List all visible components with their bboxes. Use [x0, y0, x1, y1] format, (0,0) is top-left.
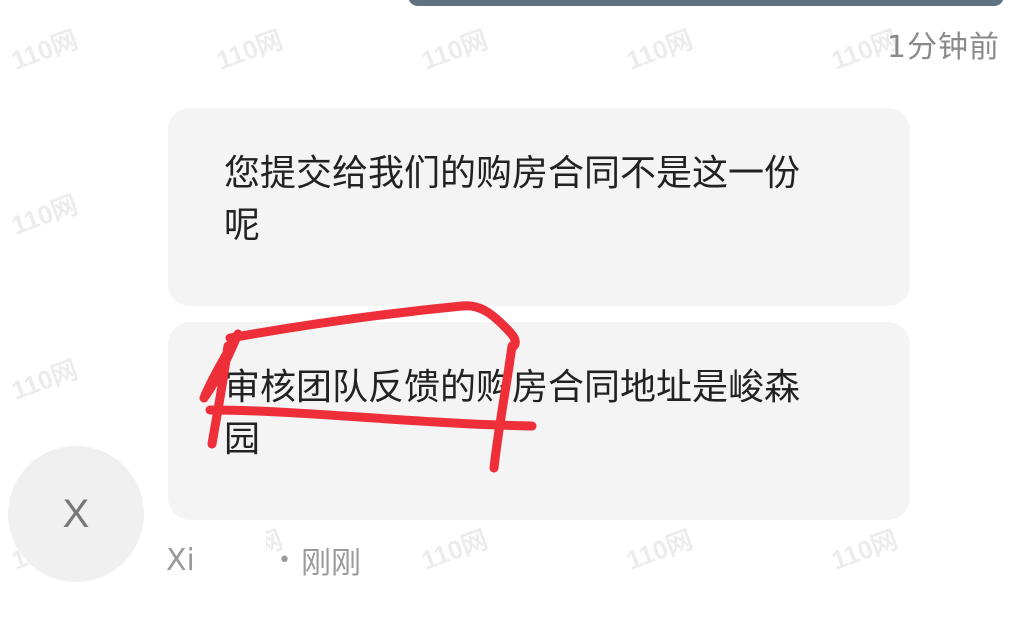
watermark-text: 110网: [7, 189, 82, 241]
avatar[interactable]: X: [8, 446, 144, 582]
message-text: 审核团队反馈的购房合同地址是峻森园: [224, 367, 801, 460]
watermark: 110网: [6, 19, 83, 77]
watermark-text: 110网: [827, 524, 902, 576]
sender-info: Xi • 刚刚: [166, 528, 361, 592]
watermark: 110网: [621, 519, 698, 577]
watermark: 110网: [6, 349, 83, 407]
previous-message-bubble[interactable]: [408, 0, 1004, 6]
message-bubble[interactable]: 您提交给我们的购房合同不是这一份呢: [168, 108, 910, 306]
watermark: 110网: [6, 184, 83, 242]
watermark-text: 110网: [7, 24, 82, 76]
watermark: 110网: [826, 519, 903, 577]
avatar-letter: X: [62, 491, 90, 536]
separator-dot: •: [278, 547, 291, 573]
message-text: 您提交给我们的购房合同不是这一份呢: [224, 153, 801, 246]
watermark-text: 110网: [417, 524, 492, 576]
watermark-text: 110网: [7, 354, 82, 406]
chat-screen: 110网 110网 110网 110网 110网 110网 110网 110网 …: [0, 0, 1024, 621]
watermark: 110网: [416, 19, 493, 77]
watermark: 110网: [416, 519, 493, 577]
red-annotation-scribble: [199, 301, 537, 473]
watermark: 110网: [621, 19, 698, 77]
watermark-text: 110网: [417, 24, 492, 76]
watermark-text: 110网: [622, 24, 697, 76]
watermark-text: 110网: [622, 524, 697, 576]
message-timestamp: 1分钟前: [886, 30, 1000, 65]
watermark: 110网: [211, 19, 288, 77]
message-bubble[interactable]: 审核团队反馈的购房合同地址是峻森园: [168, 322, 910, 520]
redaction-mask: [200, 528, 266, 592]
watermark-text: 110网: [212, 24, 287, 76]
sender-time: 刚刚: [300, 546, 361, 581]
sender-name: Xi: [166, 542, 195, 578]
